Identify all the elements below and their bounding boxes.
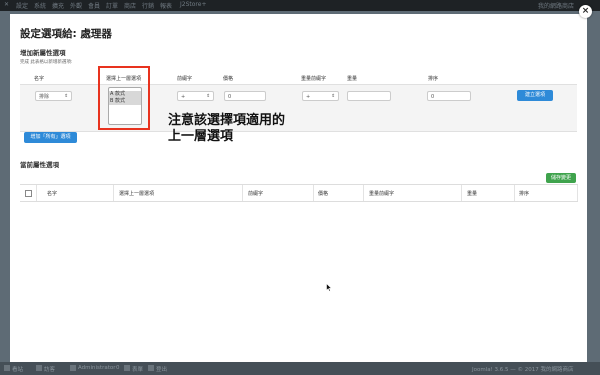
admin-topbar: ✕ 設定 系統 擴充 外觀 會員 訂單 商店 行銷 報表 J2Store+ 我的… xyxy=(0,0,600,11)
column-divider xyxy=(242,185,243,201)
topbar-item[interactable]: 訂單 xyxy=(106,1,118,10)
weight-prefix-select-value: + xyxy=(306,94,311,100)
col-prefix-header: 前綴字 xyxy=(177,76,193,82)
status-item[interactable]: Administrator xyxy=(78,365,116,371)
table-col-header[interactable]: 價格 xyxy=(318,190,328,197)
highlight-box xyxy=(98,66,150,130)
weight-prefix-select[interactable]: + ⇕ xyxy=(302,91,339,101)
select-all-checkbox[interactable] xyxy=(25,190,32,197)
mail-icon xyxy=(124,365,130,371)
order-input-value: 0 xyxy=(431,94,435,100)
admin-icon xyxy=(70,365,76,371)
topbar-item[interactable]: 設定 xyxy=(16,1,28,10)
column-divider xyxy=(36,185,37,201)
status-item[interactable]: 看站 xyxy=(12,365,23,373)
column-divider xyxy=(113,185,114,201)
col-weight-header: 重量 xyxy=(347,76,358,82)
topbar-item[interactable]: 行銷 xyxy=(142,1,154,10)
column-divider xyxy=(363,185,364,201)
topbar-item[interactable]: 會員 xyxy=(88,1,100,10)
name-select-value: 排除 xyxy=(39,94,50,100)
current-section-title: 當前屬性選項 xyxy=(20,161,59,169)
table-col-header[interactable]: 名字 xyxy=(47,190,57,197)
col-price-header: 價格 xyxy=(223,76,234,82)
create-option-button[interactable]: 建立選項 xyxy=(517,90,553,101)
column-divider xyxy=(577,185,578,201)
order-input[interactable]: 0 xyxy=(427,91,471,101)
col-weight-prefix-header: 重量前綴字 xyxy=(301,76,327,82)
col-order-header: 排序 xyxy=(428,76,439,82)
admin-statusbar: 看站 訪客 Administrator 0 表單 登出 Joomla! 3.6.… xyxy=(0,362,600,375)
name-select[interactable]: 排除 ⇕ xyxy=(35,91,72,101)
mouse-cursor-icon xyxy=(326,283,332,292)
table-col-header[interactable]: 重量 xyxy=(467,190,477,197)
close-modal-button[interactable]: × xyxy=(579,5,592,18)
version-text: Joomla! 3.6.5 — © 2017 我的網路商店 xyxy=(472,367,574,373)
add-section-title: 增加新屬性選項 xyxy=(20,49,66,57)
status-count: 0 xyxy=(116,365,120,371)
topbar-item[interactable]: J2Store+ xyxy=(180,1,206,8)
prefix-select-value: + xyxy=(181,94,186,100)
column-divider xyxy=(313,185,314,201)
view-site-icon xyxy=(4,365,10,371)
logout-icon xyxy=(148,365,154,371)
weight-input[interactable] xyxy=(347,91,391,101)
prefix-select[interactable]: + ⇕ xyxy=(177,91,214,101)
topbar-item[interactable]: 系統 xyxy=(34,1,46,10)
topbar-item[interactable]: 報表 xyxy=(160,1,172,10)
status-item[interactable]: 登出 xyxy=(156,365,167,373)
topbar-item[interactable]: 擴充 xyxy=(52,1,64,10)
table-col-header[interactable]: 前綴字 xyxy=(248,190,263,197)
options-modal: 設定選項給: 處理器 增加新屬性選項 完成 此表格以新增新選項: 名字 選擇上一… xyxy=(10,14,587,362)
status-item[interactable]: 訪客 xyxy=(44,365,55,373)
topbar-item[interactable]: 商店 xyxy=(124,1,136,10)
joomla-logo-icon: ✕ xyxy=(4,1,10,8)
column-divider xyxy=(461,185,462,201)
price-input[interactable]: 0 xyxy=(224,91,266,101)
topbar-item[interactable]: 外觀 xyxy=(70,1,82,10)
table-col-header[interactable]: 重量前綴字 xyxy=(369,190,394,197)
visitor-icon xyxy=(36,365,42,371)
modal-title: 設定選項給: 處理器 xyxy=(20,28,112,40)
table-col-header[interactable]: 排序 xyxy=(519,190,529,197)
column-divider xyxy=(514,185,515,201)
annotation-line-2: 上一層選項 xyxy=(168,129,234,144)
add-all-options-button[interactable]: 增加「所有」選項 xyxy=(24,132,77,143)
select-arrows-icon: ⇕ xyxy=(331,94,335,99)
status-item[interactable]: 表單 xyxy=(132,365,143,373)
table-col-header[interactable]: 選擇上一層選項 xyxy=(119,190,154,197)
select-arrows-icon: ⇕ xyxy=(206,94,210,99)
options-table-header: 名字 選擇上一層選項 前綴字 價格 重量前綴字 重量 排序 xyxy=(20,184,578,202)
save-changes-button[interactable]: 儲存變更 xyxy=(546,173,576,183)
col-name-header: 名字 xyxy=(34,76,45,82)
select-arrows-icon: ⇕ xyxy=(64,94,68,99)
add-section-hint: 完成 此表格以新增新選項: xyxy=(20,60,73,65)
price-input-value: 0 xyxy=(228,94,232,100)
topbar-site-link[interactable]: 我的網路商店 xyxy=(538,1,574,10)
